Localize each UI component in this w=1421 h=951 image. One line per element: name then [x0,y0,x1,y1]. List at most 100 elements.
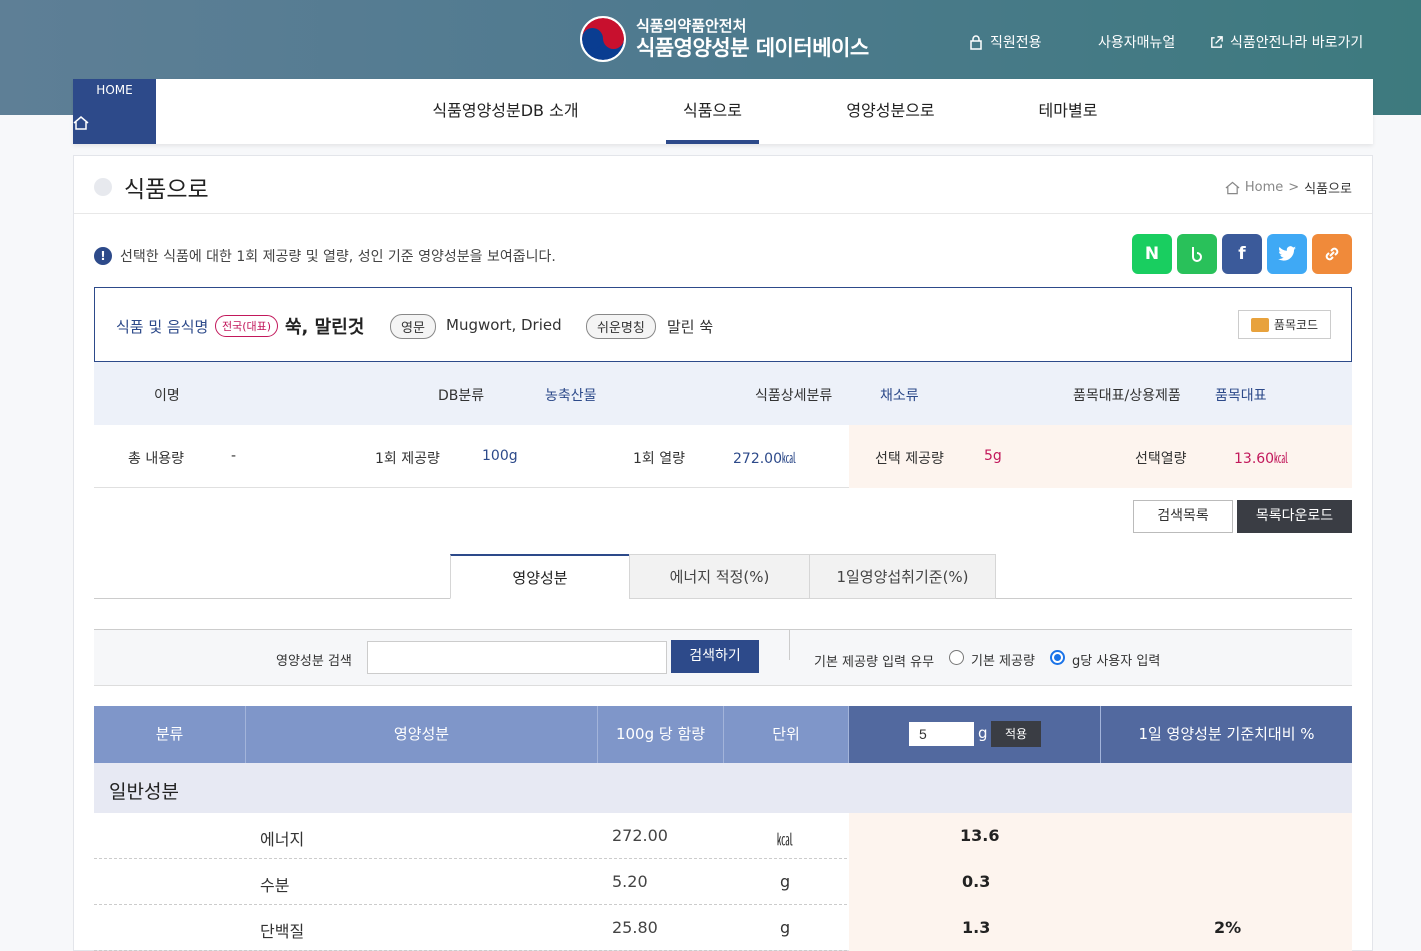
gram-unit: g [978,724,988,742]
user-manual-link[interactable]: 사용자매뉴얼 [1098,32,1175,52]
naver-share-button[interactable]: N [1132,234,1172,274]
home-label: HOME [96,83,133,97]
serving-input-label: 기본 제공량 입력 유무 [814,655,935,670]
row-highlight [849,905,1352,951]
per100-value: 272.00 [612,826,668,845]
tab-daily-intake[interactable]: 1일영양섭취기준(%) [809,554,996,599]
default-serving-label: 기본 제공량 [971,654,1035,669]
nutrient-search-label: 영양성분 검색 [276,654,352,669]
th-category: 분류 [94,706,246,763]
unit-value: g [780,918,791,937]
serving-kcal-label: 1회 열량 [633,451,685,467]
representative-label: 품목대표/상용제품 [1073,388,1181,404]
title-dot-icon [94,178,112,196]
info-row-serving: 총 내용량 - 1회 제공량 100g 1회 열량 272.00㎉ 선택 제공량… [94,425,1352,488]
content-panel: 식품으로 Home > 식품으로 ! 선택한 식품에 대한 1회 제공량 및 열… [73,155,1373,951]
region-tag: 전국(대표) [215,315,279,337]
total-amount-value: - [231,448,237,464]
lock-icon [970,35,982,50]
search-divider [789,630,790,660]
row-highlight [849,859,1352,905]
link-icon [1325,247,1339,261]
home-icon [73,116,89,130]
per-gram-radio[interactable] [1050,650,1065,665]
easy-name: 말린 쑥 [667,318,714,336]
default-serving-radio[interactable] [949,650,964,665]
daily-percent-value: 2% [1214,918,1242,937]
selected-kcal-value: 13.60㎉ [1234,451,1289,467]
row-highlight [849,813,1352,859]
nav-by-theme[interactable]: 테마별로 [1028,79,1108,144]
breadcrumb-home[interactable]: Home [1245,180,1283,195]
nav-by-food[interactable]: 식품으로 [666,79,759,144]
staff-only-link[interactable]: 직원전용 [968,32,1042,52]
db-class-label: DB분류 [438,388,485,404]
th-per-100g: 100g 당 함량 [598,706,724,763]
main-navigation: HOME 식품영양성분DB 소개 식품으로 영양성분으로 테마별로 [73,79,1373,144]
selected-value: 0.3 [962,872,991,891]
exclamation-icon: ! [94,247,112,265]
item-code-button[interactable]: 품목코드 [1238,310,1331,339]
tab-energy-ratio[interactable]: 에너지 적정(%) [629,554,810,599]
food-info-box: 식품 및 음식명 전국(대표) 쑥, 말린것 영문 Mugwort, Dried… [94,287,1352,362]
per-gram-label: g당 사용자 입력 [1072,654,1161,669]
food-safety-korea-link[interactable]: 식품안전나라 바로가기 [1209,32,1363,52]
nutrient-table-header: 분류 영양성분 100g 당 함량 단위 1일 영양성분 기준치대비 % g 적… [94,706,1352,763]
easy-name-pill: 쉬운명칭 [586,314,656,339]
staff-only-label: 직원전용 [990,35,1042,51]
per100-value: 25.80 [612,918,658,937]
twitter-icon [1278,246,1296,261]
external-link-icon [1211,35,1223,48]
nutrient-search-input[interactable] [367,641,667,674]
table-row: 수분 5.20 g 0.3 [94,859,1352,905]
food-name: 쑥, 말린것 [285,317,365,338]
section-general-title: 일반성분 [109,781,179,803]
detail-class-value: 채소류 [880,388,919,404]
nutrient-name: 에너지 [260,830,305,849]
th-nutrient: 영양성분 [246,706,598,763]
page-title: 식품으로 [124,177,209,203]
table-row: 에너지 272.00 ㎉ 13.6 [94,813,1352,859]
home-button[interactable]: HOME [73,79,156,144]
site-title: 식품영양성분 데이터베이스 [636,36,869,60]
site-brand[interactable]: 식품의약품안전처 식품영양성분 데이터베이스 [580,16,869,62]
twitter-share-button[interactable] [1267,234,1307,274]
item-code-label: 품목코드 [1273,318,1319,332]
breadcrumb-current: 식품으로 [1304,182,1352,197]
breadcrumb: Home > 식품으로 [1225,178,1352,197]
title-divider [74,213,1372,214]
search-list-button[interactable]: 검색목록 [1133,500,1233,533]
english-pill: 영문 [390,314,436,339]
user-manual-label: 사용자매뉴얼 [1098,35,1176,51]
band-share-button[interactable] [1177,234,1217,274]
detail-class-label: 식품상세분류 [755,388,833,404]
nutrient-name: 수분 [260,876,290,895]
representative-value: 품목대표 [1215,388,1267,404]
nav-by-nutrient[interactable]: 영양성분으로 [833,79,948,144]
selected-serving-value: 5g [984,448,1002,464]
info-row-classification: 이명 DB분류 농축산물 식품상세분류 채소류 품목대표/상용제품 품목대표 [94,362,1352,425]
th-unit: 단위 [724,706,849,763]
apply-button[interactable]: 적용 [991,721,1041,747]
selected-value: 1.3 [962,918,991,937]
nutrient-name: 단백질 [260,922,305,941]
selected-value: 13.6 [960,826,1000,845]
selected-serving-label: 선택 제공량 [875,451,944,467]
food-safety-korea-label: 식품안전나라 바로가기 [1230,35,1364,51]
serving-label: 1회 제공량 [375,451,440,467]
breadcrumb-sep: > [1288,180,1300,195]
selected-kcal-label: 선택열량 [1135,451,1187,467]
tab-nutrients[interactable]: 영양성분 [450,554,630,599]
gram-amount-input[interactable] [909,722,974,746]
total-amount-label: 총 내용량 [128,451,184,467]
page-title-wrap: 식품으로 [94,170,209,204]
serving-value: 100g [482,448,518,464]
copy-link-button[interactable] [1312,234,1352,274]
nav-db-intro[interactable]: 식품영양성분DB 소개 [418,79,593,144]
nutrient-search-button[interactable]: 검색하기 [671,640,759,673]
home-small-icon [1225,181,1240,194]
list-download-button[interactable]: 목록다운로드 [1237,500,1352,533]
taeguk-logo-icon [580,16,626,62]
th-daily-percent: 1일 영양성분 기준치대비 % [1101,706,1352,763]
facebook-share-button[interactable]: f [1222,234,1262,274]
